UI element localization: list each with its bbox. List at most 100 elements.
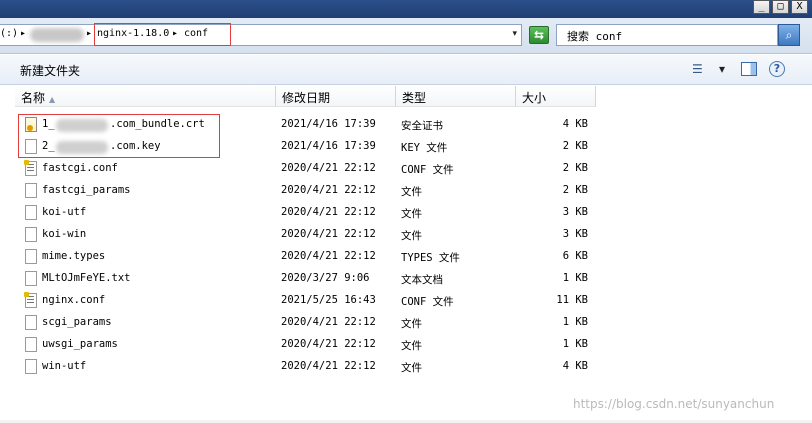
file-date: 2021/4/16 17:39 <box>281 118 376 130</box>
view-dropdown-icon[interactable]: ▾ <box>719 62 725 76</box>
file-row[interactable]: mime.types 2020/4/21 22:12 TYPES 文件 6 KB <box>0 246 812 268</box>
file-size: 6 KB <box>562 250 588 262</box>
file-row[interactable]: koi-utf 2020/4/21 22:12 文件 3 KB <box>0 202 812 224</box>
address-bar[interactable]: (:) ▸ ▸ nginx-1.18.0 ▸ conf ▾ <box>0 24 522 46</box>
file-size: 4 KB <box>562 118 588 130</box>
address-dropdown-icon[interactable]: ▾ <box>512 29 517 39</box>
file-type: 文本文档 <box>401 274 443 286</box>
column-date-label: 修改日期 <box>282 91 331 105</box>
file-name: scgi_params <box>42 316 112 328</box>
view-options-icon[interactable]: ☰ <box>692 62 703 76</box>
highlight-box-path <box>94 23 231 46</box>
column-size-label: 大小 <box>522 91 547 105</box>
sort-ascending-icon: ▲ <box>49 95 56 104</box>
file-name: koi-win <box>42 228 87 240</box>
file-icon <box>25 359 37 374</box>
file-size: 11 KB <box>556 294 588 306</box>
file-date: 2021/4/16 17:39 <box>281 140 376 152</box>
file-type: 文件 <box>401 362 422 374</box>
file-type: KEY 文件 <box>401 142 448 154</box>
file-size: 4 KB <box>562 360 588 372</box>
file-name: fastcgi.conf <box>42 162 118 174</box>
column-header-name[interactable]: 名称 ▲ <box>15 86 276 107</box>
file-date: 2020/4/21 22:12 <box>281 360 376 372</box>
file-size: 1 KB <box>562 272 588 284</box>
search-placeholder: 搜索 conf <box>567 30 623 43</box>
file-name: nginx.conf <box>42 294 106 306</box>
column-header-date[interactable]: 修改日期 <box>276 86 396 107</box>
column-name-label: 名称 <box>21 91 46 105</box>
file-name: win-utf <box>42 360 87 372</box>
file-name: MLtOJmFeYE.txt <box>42 272 131 284</box>
file-type: CONF 文件 <box>401 164 454 176</box>
search-input[interactable]: 搜索 conf <box>556 24 778 46</box>
file-icon <box>25 183 37 198</box>
file-type: TYPES 文件 <box>401 252 460 264</box>
file-size: 3 KB <box>562 228 588 240</box>
search-icon[interactable]: ⌕ <box>778 24 800 46</box>
file-date: 2020/4/21 22:12 <box>281 250 376 262</box>
title-bar: _ □ X <box>0 0 812 18</box>
file-type: 文件 <box>401 230 422 242</box>
file-type: 安全证书 <box>401 120 443 132</box>
column-header-type[interactable]: 类型 <box>396 86 516 107</box>
file-icon <box>25 315 37 330</box>
file-type: 文件 <box>401 208 422 220</box>
file-type: 文件 <box>401 340 422 352</box>
file-type: 文件 <box>401 186 422 198</box>
file-row[interactable]: fastcgi_params 2020/4/21 22:12 文件 2 KB <box>0 180 812 202</box>
file-size: 2 KB <box>562 162 588 174</box>
file-type: CONF 文件 <box>401 296 454 308</box>
file-row[interactable]: scgi_params 2020/4/21 22:12 文件 1 KB <box>0 312 812 334</box>
column-type-label: 类型 <box>402 91 427 105</box>
file-row[interactable]: win-utf 2020/4/21 22:12 文件 4 KB <box>0 356 812 378</box>
maximize-button[interactable]: □ <box>772 0 789 14</box>
refresh-icon[interactable]: ⇆ <box>529 26 549 44</box>
new-folder-button[interactable]: 新建文件夹 <box>20 62 80 79</box>
file-name: fastcgi_params <box>42 184 131 196</box>
file-icon <box>25 337 37 352</box>
file-row[interactable]: koi-win 2020/4/21 22:12 文件 3 KB <box>0 224 812 246</box>
file-name: uwsgi_params <box>42 338 118 350</box>
chevron-right-icon[interactable]: ▸ <box>86 28 92 39</box>
help-icon[interactable]: ? <box>769 61 785 77</box>
file-row[interactable]: fastcgi.conf 2020/4/21 22:12 CONF 文件 2 K… <box>0 158 812 180</box>
file-size: 1 KB <box>562 316 588 328</box>
preview-pane-icon[interactable] <box>741 62 757 76</box>
conf-file-icon <box>24 160 37 176</box>
file-date: 2020/4/21 22:12 <box>281 316 376 328</box>
file-date: 2020/4/21 22:12 <box>281 184 376 196</box>
command-bar: 新建文件夹 ☰ ▾ ? <box>0 55 812 85</box>
file-size: 1 KB <box>562 338 588 350</box>
file-date: 2020/4/21 22:12 <box>281 206 376 218</box>
text-file-icon <box>25 271 37 286</box>
redacted-crumb <box>30 28 84 42</box>
close-button[interactable]: X <box>791 0 808 14</box>
column-header-size[interactable]: 大小 <box>516 86 596 107</box>
file-date: 2020/4/21 22:12 <box>281 162 376 174</box>
file-row[interactable]: nginx.conf 2021/5/25 16:43 CONF 文件 11 KB <box>0 290 812 312</box>
file-size: 2 KB <box>562 184 588 196</box>
file-name: koi-utf <box>42 206 87 218</box>
file-date: 2020/4/21 22:12 <box>281 228 376 240</box>
minimize-button[interactable]: _ <box>753 0 770 14</box>
file-name: mime.types <box>42 250 106 262</box>
column-headers: 名称 ▲ 修改日期 类型 大小 <box>0 86 812 107</box>
file-date: 2020/3/27 9:06 <box>281 272 370 284</box>
file-row[interactable]: uwsgi_params 2020/4/21 22:12 文件 1 KB <box>0 334 812 356</box>
file-size: 3 KB <box>562 206 588 218</box>
chevron-right-icon[interactable]: ▸ <box>20 28 26 39</box>
address-bar-row: (:) ▸ ▸ nginx-1.18.0 ▸ conf ▾ ⇆ 搜索 conf … <box>0 18 812 54</box>
file-date: 2021/5/25 16:43 <box>281 294 376 306</box>
file-row[interactable]: MLtOJmFeYE.txt 2020/3/27 9:06 文本文档 1 KB <box>0 268 812 290</box>
conf-file-icon <box>24 292 37 308</box>
file-icon <box>25 205 37 220</box>
file-type: 文件 <box>401 318 422 330</box>
file-size: 2 KB <box>562 140 588 152</box>
window-controls: _ □ X <box>753 0 808 14</box>
highlight-box-files <box>18 114 220 158</box>
file-date: 2020/4/21 22:12 <box>281 338 376 350</box>
drive-crumb[interactable]: (:) <box>0 28 18 39</box>
file-icon <box>25 249 37 264</box>
file-icon <box>25 227 37 242</box>
